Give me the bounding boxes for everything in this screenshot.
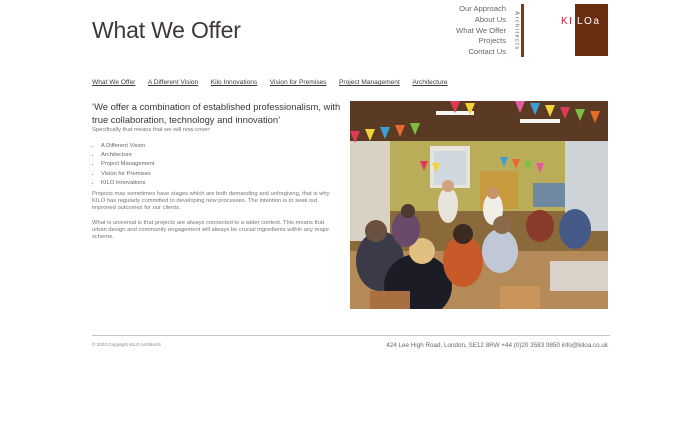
list-item: Vision for Premises xyxy=(101,170,155,179)
workshop-photo xyxy=(350,101,608,309)
subnav-what-we-offer[interactable]: What We Offer xyxy=(92,79,135,86)
page-title: What We Offer xyxy=(92,17,241,43)
copyright-text: © 2020 Copyright KILO Architects xyxy=(92,342,161,347)
subnav-project-management[interactable]: Project Management xyxy=(339,79,400,86)
intro-text: Specifically that means that we will now… xyxy=(92,127,211,133)
logo-block: LOa xyxy=(575,4,608,56)
subnav-a-different-vision[interactable]: A Different Vision xyxy=(148,79,198,86)
footer-divider xyxy=(92,335,610,336)
list-item: A Different Vision xyxy=(101,142,155,151)
list-item: KILO Innovations xyxy=(101,179,155,188)
services-list: A Different Vision Architecture Project … xyxy=(92,142,155,188)
nav-our-approach[interactable]: Our Approach xyxy=(456,4,506,15)
body-paragraph-1: Projects may sometimes have stages which… xyxy=(92,191,330,212)
list-item: Architecture xyxy=(101,151,155,160)
nav-projects[interactable]: Projects xyxy=(456,36,506,47)
subnav-kilo-innovations[interactable]: Kilo Innovations xyxy=(211,79,258,86)
nav-about-us[interactable]: About Us xyxy=(456,15,506,26)
architects-stripe xyxy=(521,4,524,57)
nav-what-we-offer[interactable]: What We Offer xyxy=(456,26,506,37)
nav-contact-us[interactable]: Contact Us xyxy=(456,47,506,58)
kilo-logo[interactable]: KI LOa xyxy=(560,4,608,56)
main-navigation: Our Approach About Us What We Offer Proj… xyxy=(456,4,506,58)
subnav-architecture[interactable]: Architecture xyxy=(412,79,447,86)
subnav-vision-for-premises[interactable]: Vision for Premises xyxy=(270,79,327,86)
architects-label: Architects xyxy=(513,10,520,51)
logo-text-red: KI xyxy=(561,16,574,27)
offer-quote: ‘We offer a combination of established p… xyxy=(92,101,341,125)
contact-address: 424 Lee High Road, London, SE12 8RW +44 … xyxy=(386,342,608,349)
body-paragraph-2: What is universal is that projects are a… xyxy=(92,220,330,241)
architects-vertical-label: Architects xyxy=(513,4,524,57)
logo-text-white: LOa xyxy=(577,16,601,27)
sub-navigation: What We Offer A Different Vision Kilo In… xyxy=(92,79,460,86)
list-item: Project Management xyxy=(101,160,155,169)
